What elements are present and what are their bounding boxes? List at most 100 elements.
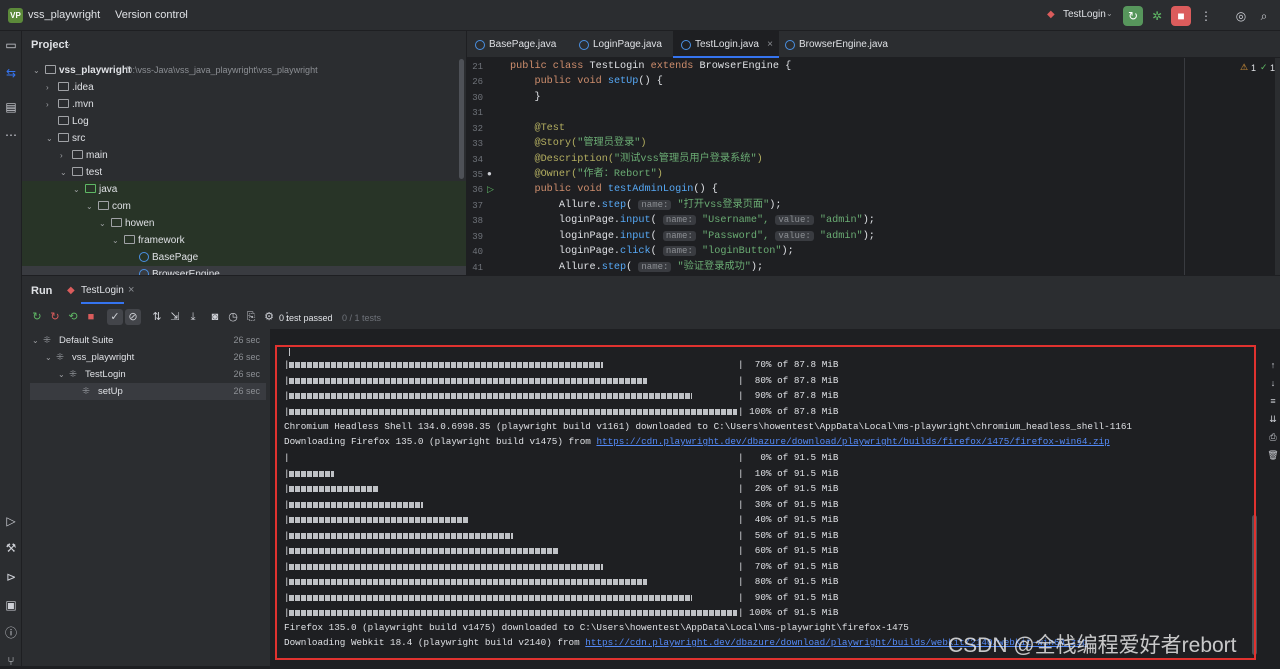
screenshot-icon[interactable]: ◙	[207, 309, 223, 325]
show-passed-icon[interactable]: ✓	[107, 309, 123, 325]
folder-icon[interactable]: ▭	[3, 37, 19, 53]
check-icon[interactable]: ✓	[1260, 62, 1268, 73]
show-ignored-icon[interactable]: ⊘	[125, 309, 141, 325]
search-icon[interactable]: ⌕	[1254, 6, 1274, 26]
import-tests-icon[interactable]: ⤓	[185, 309, 201, 325]
tree-item-com[interactable]: ⌄ com	[22, 198, 466, 215]
print-icon[interactable]: ⎙	[1267, 432, 1279, 444]
tree-item-basepage[interactable]: BasePage	[22, 249, 466, 266]
chevron-down-icon[interactable]: ⌄	[86, 198, 93, 215]
chevron-right-icon[interactable]: ›	[60, 147, 63, 164]
run-panel-title: Run	[31, 285, 53, 297]
chevron-right-icon[interactable]: ›	[46, 79, 49, 96]
pending-icon: ⁜	[82, 386, 90, 397]
ai-assistant-icon[interactable]: ◎	[1231, 6, 1251, 26]
stop-icon[interactable]: ■	[83, 309, 99, 325]
tree-item-testlogin[interactable]: ⌄ ⁜ TestLogin 26 sec	[30, 366, 266, 383]
export-icon[interactable]: ⎘	[243, 309, 259, 325]
project-badge[interactable]: VP	[8, 8, 23, 23]
arrow-down-icon[interactable]: ↓	[1267, 378, 1279, 390]
tree-item-vss-playwright[interactable]: ⌄ ⁜ vss_playwright 26 sec	[30, 349, 266, 366]
chevron-down-icon[interactable]: ⌄	[99, 215, 106, 232]
structure-icon[interactable]: ▤	[3, 99, 19, 115]
chevron-right-icon[interactable]: ›	[46, 96, 49, 113]
tree-item-default-suite[interactable]: ⌄ ⁜ Default Suite 26 sec	[30, 332, 266, 349]
stop-button[interactable]: ■	[1171, 6, 1191, 26]
vcs-menu[interactable]: Version control	[115, 9, 188, 21]
tree-item-idea[interactable]: › .idea	[22, 79, 466, 96]
rerun-button[interactable]: ↻	[1123, 6, 1143, 26]
run-config-selector[interactable]: TestLogin	[1063, 9, 1106, 20]
tab-testlogin[interactable]: TestLogin.java ×	[673, 31, 779, 58]
code-line: @Story("管理员登录")	[510, 138, 647, 149]
tree-item-java[interactable]: ⌄ java	[22, 181, 466, 198]
class-icon	[785, 40, 795, 50]
sort-icon[interactable]: ⇅	[149, 309, 165, 325]
project-scrollbar[interactable]	[459, 59, 464, 179]
tree-item-setup[interactable]: ⁜ setUp 26 sec	[30, 383, 266, 400]
sort-duration-icon[interactable]: ⇲	[167, 309, 183, 325]
more-tools-icon[interactable]: ⋯	[3, 127, 19, 143]
debug-icon[interactable]: ✲	[1147, 6, 1167, 26]
rerun-failed-icon[interactable]: ↻	[47, 309, 63, 325]
settings-icon[interactable]: ⚙	[261, 309, 277, 325]
trash-icon[interactable]: 🗑	[1267, 450, 1279, 462]
chevron-down-icon[interactable]: ⌄	[60, 164, 67, 181]
soft-wrap-icon[interactable]: ≡	[1267, 396, 1279, 408]
tab-basepage[interactable]: BasePage.java	[467, 31, 563, 58]
chevron-down-icon[interactable]: ⌄	[1106, 9, 1113, 18]
problems-icon[interactable]: ⓘ	[3, 625, 19, 641]
editor-scrollbar[interactable]	[1275, 58, 1280, 275]
chevron-down-icon[interactable]: ⌄	[73, 181, 80, 198]
chevron-down-icon[interactable]: ⌄	[181, 9, 188, 18]
chevron-down-icon[interactable]: ⌄	[45, 349, 52, 366]
tree-item-framework[interactable]: ⌄ framework	[22, 232, 466, 249]
code-line: loginPage.input( name: "Username", value…	[510, 215, 875, 226]
chevron-down-icon[interactable]: ⌄	[33, 62, 40, 79]
chevron-down-icon[interactable]: ⌄	[65, 39, 72, 48]
tree-item-mvn[interactable]: › .mvn	[22, 96, 466, 113]
close-icon[interactable]: ×	[128, 284, 134, 296]
rerun-icon[interactable]: ↻	[29, 309, 45, 325]
project-panel: Project ⌄ ⌄ vss_playwright D:\vss-Java\v…	[22, 31, 466, 275]
tree-item-src[interactable]: ⌄ src	[22, 130, 466, 147]
git-icon[interactable]: ⑂	[3, 653, 19, 669]
more-actions-icon[interactable]: ⋮	[1196, 6, 1216, 26]
services-icon[interactable]: ⊳	[3, 569, 19, 585]
chevron-down-icon[interactable]: ⌄	[32, 332, 39, 349]
history-icon[interactable]: ◷	[225, 309, 241, 325]
chevron-down-icon[interactable]: ⌄	[58, 366, 65, 383]
pending-icon: ⁜	[56, 352, 64, 363]
tree-item-howen[interactable]: ⌄ howen	[22, 215, 466, 232]
code-line: Allure.step( name: "验证登录成功");	[510, 262, 764, 273]
scroll-end-icon[interactable]: ⇊	[1267, 414, 1279, 426]
tab-browserengine[interactable]: BrowserEngine.java	[777, 31, 897, 58]
run-tab-testlogin[interactable]: TestLogin	[81, 285, 124, 304]
close-icon[interactable]: ×	[767, 31, 773, 58]
class-icon	[475, 40, 485, 50]
tab-loginpage[interactable]: LoginPage.java	[571, 31, 671, 58]
tree-item-root[interactable]: ⌄ vss_playwright D:\vss-Java\vss_java_pl…	[22, 62, 466, 79]
run-icon[interactable]: ▷	[3, 513, 19, 529]
class-icon	[579, 40, 589, 50]
warning-icon[interactable]: ⚠	[1240, 62, 1248, 73]
run-test-gutter-icon[interactable]: ▷	[487, 184, 494, 195]
tree-item-log[interactable]: Log	[22, 113, 466, 130]
tree-item-test[interactable]: ⌄ test	[22, 164, 466, 181]
tree-item-browserengine[interactable]: BrowserEngine	[22, 266, 466, 275]
toggle-auto-test-icon[interactable]: ⟲	[65, 309, 81, 325]
console-side-toolbar: ↑ ↓ ≡ ⇊ ⎙ 🗑	[1264, 329, 1280, 666]
code-line: loginPage.click( name: "loginButton");	[510, 246, 794, 257]
arrow-up-icon[interactable]: ↑	[1267, 360, 1279, 372]
project-panel-title[interactable]: Project	[31, 39, 68, 51]
build-icon[interactable]: ⚒	[3, 540, 19, 556]
chevron-down-icon[interactable]: ⌄	[112, 232, 119, 249]
code-editor[interactable]: 21 26 30 31 32 33 34 35 36 37 38 39 40 4…	[467, 58, 1280, 275]
chevron-down-icon[interactable]: ⌄	[46, 130, 53, 147]
code-line: @Owner("作者：Rebort")	[510, 169, 663, 180]
chevron-down-icon[interactable]: ⌄	[88, 9, 95, 18]
tree-item-main[interactable]: › main	[22, 147, 466, 164]
package-icon	[98, 201, 109, 210]
commit-icon[interactable]: ⇆	[3, 65, 19, 81]
terminal-icon[interactable]: ▣	[3, 597, 19, 613]
